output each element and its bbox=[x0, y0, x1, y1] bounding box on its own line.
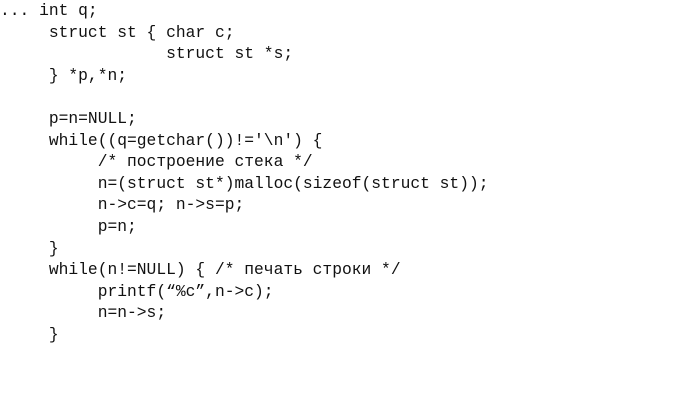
code-line-6: p=n=NULL; bbox=[0, 109, 137, 128]
code-line-11: p=n; bbox=[0, 217, 137, 236]
code-line-15: n=n->s; bbox=[0, 303, 167, 323]
code-line-12: } bbox=[0, 238, 59, 258]
code-line-3: struct st *s; bbox=[0, 44, 294, 64]
code-line-10: n->c=q; n->s=p; bbox=[0, 195, 245, 215]
code-line-7: while((q=getchar())!='\n') { bbox=[0, 130, 323, 150]
code-line-1: ... int q; bbox=[0, 1, 98, 20]
code-line-8: /* построение стека */ bbox=[0, 152, 313, 172]
code-line-16: } bbox=[0, 325, 59, 344]
code-line-9: n=(struct st*)malloc(sizeof(struct st)); bbox=[0, 173, 489, 193]
code-line-2: struct st { char c; bbox=[0, 22, 235, 42]
code-line-13: while(n!=NULL) { /* печать строки */ bbox=[0, 260, 401, 280]
code-line-4: } *p,*n; bbox=[0, 65, 128, 85]
code-line-14: printf(“%c”,n->c); bbox=[0, 281, 274, 301]
code-listing: ... int q; struct st { char c; struct st… bbox=[0, 0, 697, 406]
